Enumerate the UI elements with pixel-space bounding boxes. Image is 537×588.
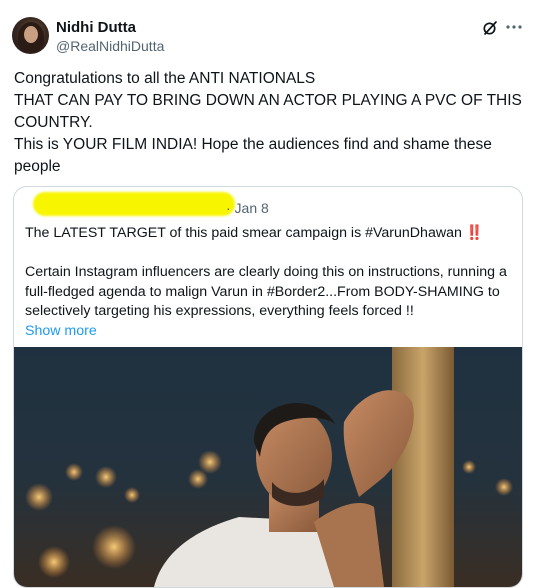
user-handle[interactable]: @RealNidhiDutta <box>56 38 164 54</box>
avatar[interactable] <box>12 17 49 54</box>
tweet-line: This is YOUR FILM INDIA! Hope the audien… <box>14 136 492 153</box>
quoted-text: The LATEST TARGET of this paid smear cam… <box>25 224 515 341</box>
avatar-face <box>24 26 38 43</box>
tweet-line: Congratulations to all the ANTI NATIONAL… <box>14 70 316 87</box>
double-exclamation-icon: ‼️ <box>465 225 484 241</box>
quoted-line: full-fledged agenda to malign Varun in #… <box>25 283 500 300</box>
quoted-line: Certain Instagram influencers are clearl… <box>25 264 507 280</box>
quoted-tweet-card[interactable]: · Jan 8 The LATEST TARGET of this paid s… <box>13 186 523 588</box>
show-more-link[interactable]: Show more <box>25 322 515 342</box>
tweet-line: THAT CAN PAY TO BRING DOWN AN ACTOR PLAY… <box>14 92 522 109</box>
quoted-line: selectively targeting his expressions, e… <box>25 303 414 319</box>
tweet-line: people <box>14 158 61 175</box>
display-name[interactable]: Nidhi Dutta <box>56 19 136 36</box>
quoted-date[interactable]: · Jan 8 <box>226 200 269 216</box>
grok-icon[interactable] <box>482 20 498 36</box>
redacted-author-highlight <box>33 192 235 216</box>
tweet-line: COUNTRY. <box>14 114 93 131</box>
quoted-line: The LATEST TARGET of this paid smear cam… <box>25 224 515 244</box>
quoted-line-text: The LATEST TARGET of this paid smear cam… <box>25 225 462 241</box>
more-icon[interactable] <box>504 19 524 35</box>
quoted-media-image[interactable] <box>14 347 522 587</box>
tweet-text: Congratulations to all the ANTI NATIONAL… <box>14 68 524 178</box>
